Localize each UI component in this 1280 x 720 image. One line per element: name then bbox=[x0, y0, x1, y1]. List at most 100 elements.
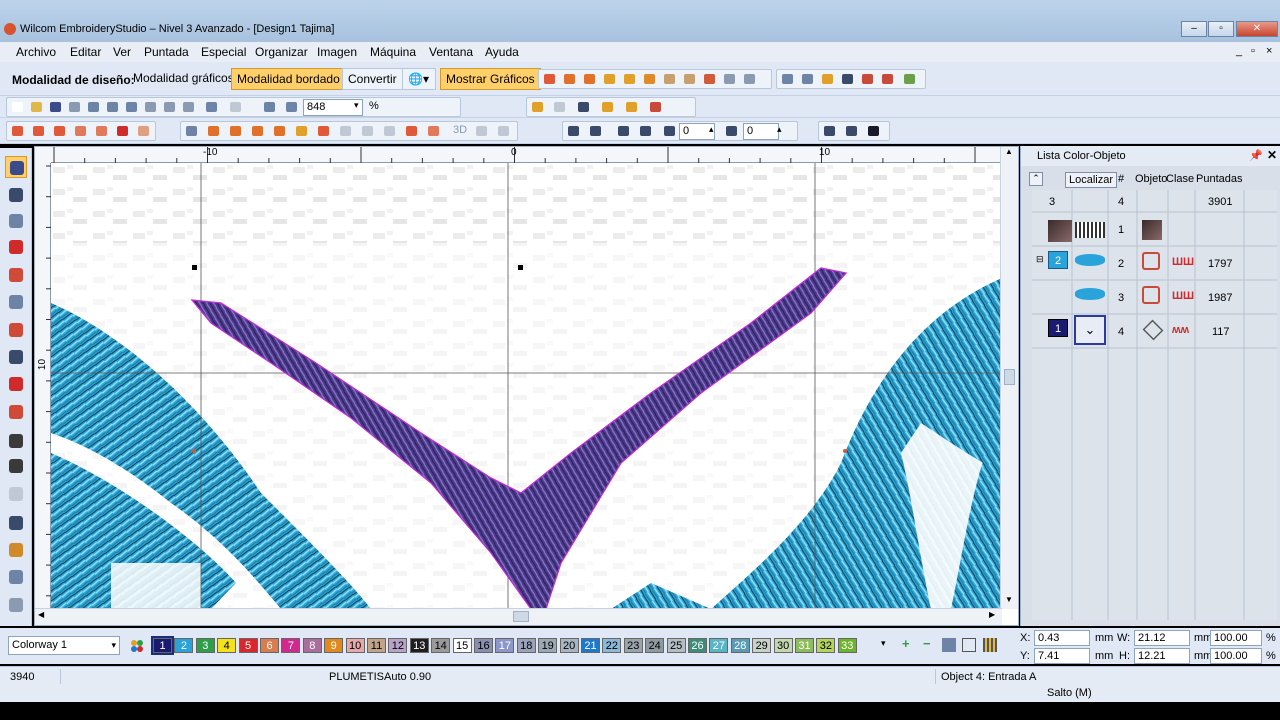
vertical-ruler[interactable]: 10 bbox=[35, 163, 51, 609]
cut-icon[interactable] bbox=[621, 71, 639, 88]
horizontal-scroll-thumb[interactable] bbox=[513, 611, 529, 622]
thread-swatch-18[interactable]: 18 bbox=[516, 638, 536, 653]
color-palette-icon[interactable] bbox=[128, 637, 146, 655]
stitch-point-icon[interactable] bbox=[599, 99, 617, 116]
redo-icon[interactable] bbox=[227, 99, 245, 116]
edge-run-icon[interactable] bbox=[72, 123, 90, 140]
car-icon[interactable] bbox=[879, 71, 897, 88]
menu-organizar[interactable]: Organizar bbox=[255, 45, 308, 59]
menu-editar[interactable]: Editar bbox=[70, 45, 101, 59]
undo-icon[interactable] bbox=[203, 99, 221, 116]
menu-maquina[interactable]: Máquina bbox=[370, 45, 416, 59]
approval-icon[interactable] bbox=[123, 99, 141, 116]
spinner-icon[interactable]: ▴ bbox=[709, 124, 714, 135]
save-icon[interactable] bbox=[47, 99, 65, 116]
close-icon[interactable]: ✕ bbox=[1236, 21, 1278, 37]
thread-swatch-25[interactable]: 25 bbox=[666, 638, 686, 653]
hatch-icon[interactable] bbox=[5, 566, 27, 588]
shape-icon[interactable] bbox=[5, 291, 27, 313]
y-input[interactable]: 7.41 bbox=[1034, 648, 1090, 664]
h-input[interactable]: 12.21 bbox=[1134, 648, 1190, 664]
export-icon[interactable] bbox=[66, 99, 84, 116]
thread-spool-icon[interactable] bbox=[983, 638, 997, 652]
florentine-icon[interactable] bbox=[381, 123, 399, 140]
vertical-scrollbar[interactable]: ▲ ▼ bbox=[1000, 147, 1018, 609]
center-run-icon[interactable] bbox=[93, 123, 111, 140]
lattice-icon[interactable] bbox=[114, 123, 132, 140]
mdi-restore-icon[interactable]: ▫ bbox=[1251, 45, 1255, 57]
triangle-icon[interactable] bbox=[293, 123, 311, 140]
add-color-icon[interactable]: + bbox=[902, 636, 910, 651]
thread-swatch-7[interactable]: 7 bbox=[281, 638, 301, 653]
image-thumbnail[interactable] bbox=[1048, 220, 1072, 242]
menu-especial[interactable]: Especial bbox=[201, 45, 246, 59]
w-percent-input[interactable]: 100.00 bbox=[1210, 630, 1262, 646]
pen-icon[interactable] bbox=[5, 210, 27, 232]
measure-icon[interactable] bbox=[5, 594, 27, 616]
thread-swatch-24[interactable]: 24 bbox=[645, 638, 665, 653]
thread-swatch-17[interactable]: 17 bbox=[495, 638, 515, 653]
embroidery-mode-button[interactable]: Modalidad bordado bbox=[231, 68, 346, 90]
print-preview-icon[interactable] bbox=[85, 99, 103, 116]
copy-icon[interactable] bbox=[161, 99, 179, 116]
object-thumbnail-selected[interactable]: ⌄ bbox=[1074, 315, 1106, 345]
scroll-left-icon[interactable]: ◀ bbox=[38, 610, 44, 619]
graphics-mode-button[interactable]: Modalidad gráficos bbox=[128, 68, 239, 90]
menu-ayuda[interactable]: Ayuda bbox=[485, 45, 519, 59]
h-percent-input[interactable]: 100.00 bbox=[1210, 648, 1262, 664]
thread-swatch-4[interactable]: 4 bbox=[217, 638, 237, 653]
hoop-icon[interactable] bbox=[5, 512, 27, 534]
wave-icon[interactable] bbox=[425, 123, 443, 140]
thread-swatch-30[interactable]: 30 bbox=[773, 638, 793, 653]
globe-icon[interactable]: 🌐▾ bbox=[402, 68, 436, 90]
contour-icon[interactable] bbox=[135, 123, 153, 140]
monogram-icon[interactable] bbox=[5, 455, 27, 477]
x-input[interactable]: 0.43 bbox=[1034, 630, 1090, 646]
horizontal-ruler[interactable]: -10 0 10 bbox=[51, 147, 1002, 163]
elements-icon[interactable] bbox=[5, 483, 27, 505]
move-up-icon[interactable]: ⌃ bbox=[1029, 172, 1043, 186]
color-film-icon[interactable] bbox=[859, 71, 877, 88]
thread-swatch-5[interactable]: 5 bbox=[238, 638, 258, 653]
shortening-icon[interactable] bbox=[315, 123, 333, 140]
menu-ver[interactable]: Ver bbox=[113, 45, 131, 59]
object-thumbnail[interactable] bbox=[1075, 222, 1105, 238]
rotate-right-icon[interactable] bbox=[637, 123, 655, 140]
object-thumbnail[interactable] bbox=[1075, 254, 1105, 266]
embroidery-design-area[interactable] bbox=[51, 163, 1002, 609]
print-icon[interactable] bbox=[104, 99, 122, 116]
w-input[interactable]: 21.12 bbox=[1134, 630, 1190, 646]
run-line-icon[interactable] bbox=[5, 319, 27, 341]
grid-fill-icon[interactable] bbox=[661, 71, 679, 88]
elastic-icon[interactable] bbox=[337, 123, 355, 140]
thread-swatch-12[interactable]: 12 bbox=[388, 638, 408, 653]
thread-swatch-19[interactable]: 19 bbox=[538, 638, 558, 653]
team-icon[interactable] bbox=[5, 539, 27, 561]
zoom-icon[interactable] bbox=[283, 99, 301, 116]
menu-imagen[interactable]: Imagen bbox=[317, 45, 357, 59]
tatami-icon[interactable] bbox=[561, 71, 579, 88]
select-object-icon[interactable] bbox=[529, 99, 547, 116]
zoom-in-icon[interactable] bbox=[261, 99, 279, 116]
thread-swatch-9[interactable]: 9 bbox=[324, 638, 344, 653]
emboss-icon[interactable] bbox=[473, 123, 491, 140]
thread-swatch-1[interactable]: 1 bbox=[151, 636, 174, 655]
maximize-icon[interactable]: ▫ bbox=[1208, 21, 1234, 37]
rotate-left-icon[interactable] bbox=[615, 123, 633, 140]
lines-icon[interactable] bbox=[403, 123, 421, 140]
color-swatch-1[interactable]: 1 bbox=[1048, 319, 1068, 337]
show-graphics-button[interactable]: Mostrar Gráficos bbox=[440, 68, 541, 90]
align-icon[interactable] bbox=[821, 123, 839, 140]
colorway-select[interactable]: Colorway 1 ▾ bbox=[8, 636, 120, 655]
thread-swatch-33[interactable]: 33 bbox=[837, 638, 857, 653]
barcode-icon[interactable] bbox=[839, 71, 857, 88]
object-list-grid[interactable]: 3 4 3901 1 ⊟ 2 2 ШШ 1797 3 ШШ 1987 1 ⌄ 4… bbox=[1032, 190, 1277, 620]
horizontal-scrollbar[interactable]: ◀ ▶ bbox=[35, 608, 1002, 625]
menu-puntada[interactable]: Puntada bbox=[144, 45, 189, 59]
show-objects-icon[interactable] bbox=[779, 71, 797, 88]
thread-swatch-2[interactable]: 2 bbox=[174, 638, 194, 653]
thread-swatch-20[interactable]: 20 bbox=[559, 638, 579, 653]
mdi-close-icon[interactable]: × bbox=[1266, 45, 1272, 57]
group-icon[interactable] bbox=[843, 123, 861, 140]
circle-icon[interactable] bbox=[5, 373, 27, 395]
